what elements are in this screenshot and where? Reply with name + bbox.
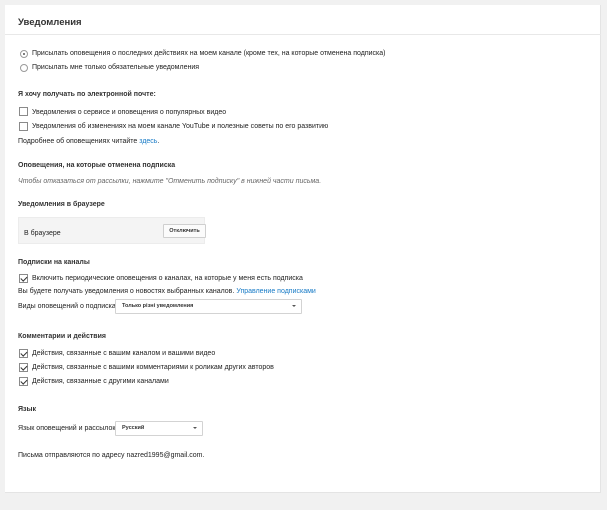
email-more-info: Подробнее об оповещениях читайте здесь. [18,137,159,146]
email-checkbox-channel[interactable] [19,122,28,131]
activity-radio-all[interactable] [20,50,28,58]
subscriptions-checkbox-label: Включить периодические оповещения о кана… [32,275,303,282]
chevron-down-icon [292,305,296,307]
card-header: Уведомления [5,5,601,35]
subscription-type-label: Виды оповещений о подписках [18,303,120,310]
notifications-card: Уведомления Присылать оповещения о после… [5,5,601,493]
email-checkbox-service[interactable] [19,107,28,116]
comments-checkbox-comments-label: Действия, связанные с вашими комментария… [32,364,274,371]
activity-radio-required-label: Присылать мне только обязательные уведом… [32,64,200,71]
email-checkbox-service-label: Уведомления о сервисе и оповещения о поп… [32,109,227,116]
comments-checkbox-other[interactable] [19,377,28,386]
subscriptions-heading: Подписки на каналы [18,259,90,266]
email-more-text: Подробнее об оповещениях читайте [18,138,138,145]
subscriptions-checkbox[interactable] [19,274,28,283]
page-title: Уведомления [18,17,82,28]
activity-radio-all-label: Присылать оповещения о последних действи… [32,50,386,57]
comments-checkbox-channel-label: Действия, связанные с вашим каналом и ва… [32,350,216,357]
comments-heading: Комментарии и действия [18,333,106,340]
subscription-type-select[interactable]: Только різні уведомления [115,299,302,314]
subscription-type-value: Только різні уведомления [122,303,194,309]
comments-checkbox-channel[interactable] [19,349,28,358]
browser-label: В браузере [24,230,61,237]
email-heading: Я хочу получать по электронной почте: [18,91,156,98]
footer-note: Письма отправляются по адресу nazred1995… [18,452,205,459]
comments-checkbox-comments[interactable] [19,363,28,372]
email-more-period: . [157,138,160,145]
browser-heading: Уведомления в браузере [18,201,105,208]
language-heading: Язык [18,406,36,413]
language-label: Язык оповещений и рассылок: [18,425,118,432]
chevron-down-icon [193,427,197,429]
disable-browser-button[interactable]: Отключить [163,224,206,238]
email-more-link[interactable]: здесь [139,138,157,145]
unsubscribed-heading: Оповещения, на которые отменена подписка [18,162,176,169]
comments-checkbox-other-label: Действия, связанные с другими каналами [32,378,169,385]
subscriptions-info: Вы будете получать уведомления о новостя… [18,287,316,296]
browser-panel: В браузере Отключить [18,217,206,244]
manage-subscriptions-link[interactable]: Управление подписками [236,288,316,295]
email-checkbox-channel-label: Уведомления об изменениях на моем канале… [32,123,329,130]
language-select[interactable]: Русский [115,421,203,436]
subscriptions-info-text: Вы будете получать уведомления о новостя… [18,288,235,295]
language-value: Русский [122,425,145,431]
activity-radio-required[interactable] [20,64,28,72]
unsubscribed-hint: Чтобы отказаться от рассылки, нажмите "О… [18,178,322,185]
